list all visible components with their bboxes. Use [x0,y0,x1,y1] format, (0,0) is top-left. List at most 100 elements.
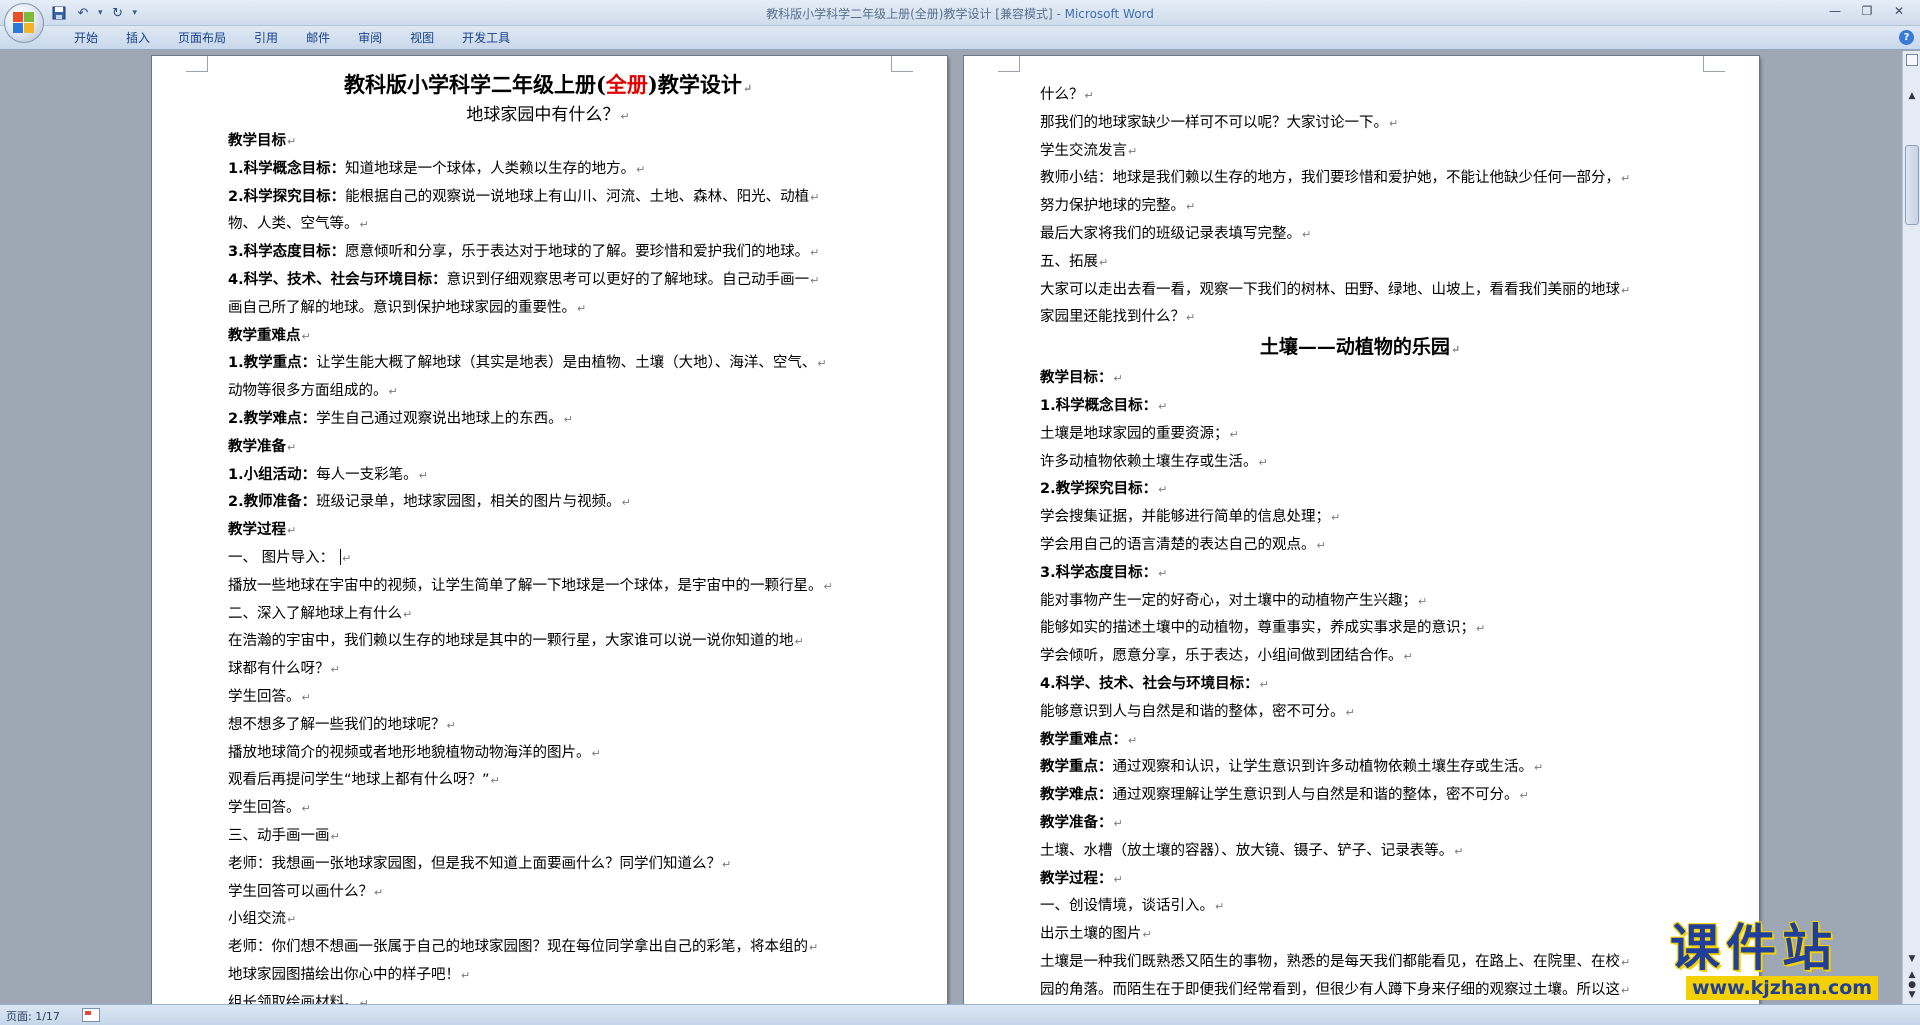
paragraph-line: 4.科学、技术、社会与环境目标：↵ [1040,671,1680,699]
paragraph-line: 2.教师准备：班级记录单，地球家园图，相关的图片与视频。↵ [228,489,868,517]
line-text: 学会搜集证据，并能够进行简单的信息处理； [1040,509,1330,526]
tab-developer[interactable]: 开发工具 [448,29,524,47]
paragraph-mark-icon: ↵ [374,885,384,899]
paragraph-line: 1.小组活动：每人一支彩笔。↵ [228,462,868,490]
restore-icon[interactable]: ❐ [1852,2,1882,20]
bold-label: 1.小组活动： [228,466,317,483]
paragraph-mark-icon: ↵ [388,385,398,399]
ruler-toggle-icon[interactable] [1906,54,1918,66]
line-text: 学生回答。 [228,800,301,817]
page-1-content[interactable]: 教科版小学科学二年级上册(全册)教学设计↵ 地球家园中有什么？↵ 教学目标↵ 1.… [228,70,868,1004]
crop-mark [186,56,208,72]
paragraph-line: 球都有什么呀？↵ [228,656,868,684]
paragraph-mark-icon: ↵ [330,663,340,677]
line-text: 家园里还能找到什么？ [1040,309,1185,326]
ribbon: 开始 插入 页面布局 引用 邮件 审阅 视图 开发工具 ? [0,26,1920,50]
paragraph-mark-icon: ↵ [490,774,500,788]
document-area: 教科版小学科学二年级上册(全册)教学设计↵ 地球家园中有什么？↵ 教学目标↵ 1.… [0,51,1902,1004]
paragraph-mark-icon: ↵ [1128,733,1138,747]
paragraph-line: 三、动手画一画↵ [228,823,868,851]
paragraph-mark-icon: ↵ [636,162,646,176]
paragraph-line: 学会用自己的语言清楚的表达自己的观点。↵ [1040,532,1680,560]
paragraph-line: 动物等很多方面组成的。↵ [228,378,868,406]
paragraph-mark-icon: ↵ [1128,144,1138,158]
paragraph-mark-icon: ↵ [403,607,413,621]
paragraph-mark-icon: ↵ [809,941,819,955]
bold-label: 3.科学态度目标： [1040,564,1158,581]
line-text: 二、深入了解地球上有什么 [228,605,402,622]
paragraph-mark-icon: ↵ [1113,372,1123,386]
line-text: 许多动植物依赖土壤生存或生活。 [1040,453,1258,470]
bold-label: 教学目标 [228,133,286,149]
tab-view[interactable]: 视图 [396,29,448,47]
line-text: 知道地球是一个球体，人类赖以生存的地方。 [345,160,636,177]
paragraph-mark-icon: ↵ [287,440,297,454]
paragraph-line: 地球家园图描绘出你心中的样子吧！↵ [228,962,868,990]
paragraph-line: 二、深入了解地球上有什么↵ [228,601,868,629]
paragraph-mark-icon: ↵ [1621,172,1631,186]
bold-label: 教学目标： [1040,370,1113,387]
paragraph-mark-icon: ↵ [1331,511,1341,525]
paragraph-line: 播放地球简介的视频或者地形地貌植物动物海洋的图片。↵ [228,740,868,768]
scroll-up-icon[interactable]: ▲ [1905,91,1919,105]
paragraph-mark-icon: ↵ [1113,872,1123,886]
line-text: 学生交流发言 [1040,142,1127,159]
paragraph-line: 学生回答可以画什么？↵ [228,879,868,907]
office-button[interactable] [4,3,44,43]
paragraph-line: 观看后再提问学生“地球上都有什么呀？”↵ [228,767,868,795]
paragraph-line: 1.科学概念目标：知道地球是一个球体，人类赖以生存的地方。↵ [228,156,868,184]
document-title: 教科版小学科学二年级上册(全册)教学设计 [兼容模式] [766,7,1053,21]
vertical-scrollbar[interactable]: ▲ ▼ ▲ ● ▼ [1902,51,1920,1004]
bold-label: 教学准备 [228,438,286,455]
paragraph-mark-icon: ↵ [287,913,297,927]
paragraph-mark-icon: ↵ [823,579,833,593]
line-text: 土壤是地球家园的重要资源； [1040,425,1229,442]
browse-object-icon[interactable]: ▲ ● ▼ [1905,970,1919,1000]
bold-label: 教学重难点 [228,327,301,344]
tab-home[interactable]: 开始 [60,29,112,47]
office-logo-icon [13,12,35,34]
page-2-content[interactable]: 什么？↵ 那我们的地球家缺少一样可不可以呢？大家讨论一下。↵ 学生交流发言↵ 教师小结… [1040,82,1680,1004]
watermark-logo: 课件站 www.kjzhan.com [1670,920,1906,1004]
macro-recording-icon[interactable] [82,1008,100,1022]
page-2[interactable]: 什么？↵ 那我们的地球家缺少一样可不可以呢？大家讨论一下。↵ 学生交流发言↵ 教师小结… [964,56,1759,1004]
help-icon[interactable]: ? [1899,30,1914,45]
paragraph-line: 老师：你们想不想画一张属于自己的地球家园图？现在每位同学拿出自己的彩笔，将本组的… [228,934,868,962]
close-icon[interactable]: ✕ [1884,2,1914,20]
line-text: 通过观察理解让学生意识到人与自然是和谐的整体，密不可分。 [1112,787,1519,804]
paragraph-line: 教师小结：地球是我们赖以生存的地方，我们要珍惜和爱护她，不能让他缺少任何一部分，… [1040,165,1680,193]
line-text: 组长领取绘画材料。 [228,994,359,1004]
paragraph-line: 1.科学概念目标：↵ [1040,393,1680,421]
paragraph-line: 2.教学难点：学生自己通过观察说出地球上的东西。↵ [228,406,868,434]
tab-insert[interactable]: 插入 [112,29,164,47]
line-text: 播放地球简介的视频或者地形地貌植物动物海洋的图片。 [228,744,591,761]
watermark-title: 课件站 [1670,919,1838,977]
page-count[interactable]: 页面: 1/17 [6,1008,60,1024]
paragraph-line: 许多动植物依赖土壤生存或生活。↵ [1040,449,1680,477]
paragraph-mark-icon: ↵ [1259,677,1269,691]
minimize-icon[interactable]: — [1820,2,1850,20]
tab-mailings[interactable]: 邮件 [292,29,344,47]
page-1[interactable]: 教科版小学科学二年级上册(全册)教学设计↵ 地球家园中有什么？↵ 教学目标↵ 1.… [152,56,947,1004]
paragraph-mark-icon: ↵ [359,996,369,1004]
line-text: 教师小结：地球是我们赖以生存的地方，我们要珍惜和爱护她，不能让他缺少任何一部分， [1040,170,1620,187]
scroll-down-icon[interactable]: ▼ [1905,954,1919,968]
paragraph-mark-icon: ↵ [1519,789,1529,803]
page-1-paragraphs: 教学目标↵ 1.科学概念目标：知道地球是一个球体，人类赖以生存的地方。↵ 2.科学探… [228,128,868,1004]
crop-mark [1703,56,1725,72]
paragraph-line: 老师：我想画一张地球家园图，但是我不知道上面要画什么？同学们知道么？↵ [228,851,868,879]
paragraph-mark-icon: ↵ [1215,900,1225,914]
paragraph-line: 学会倾听，愿意分享，乐于表达，小组间做到团结合作。↵ [1040,643,1680,671]
bold-label: 1.科学概念目标： [228,160,346,177]
paragraph-line: 园的角落。而陌生在于即便我们经常看到，但很少有人蹲下身来仔细的观察过土壤。所以这… [1040,977,1680,1004]
paragraph-mark-icon: ↵ [1158,399,1168,413]
line-text: 一、创设情境，谈话引入。 [1040,898,1214,915]
paragraph-line: 教学过程↵ [228,517,868,545]
tab-references[interactable]: 引用 [240,29,292,47]
tab-review[interactable]: 审阅 [344,29,396,47]
paragraph-mark-icon: ↵ [810,273,820,287]
paragraph-line: 出示土壤的图片↵ [1040,921,1680,949]
paragraph-line: 最后大家将我们的班级记录表填写完整。↵ [1040,221,1680,249]
scroll-thumb[interactable] [1905,145,1919,225]
tab-page-layout[interactable]: 页面布局 [164,29,240,47]
